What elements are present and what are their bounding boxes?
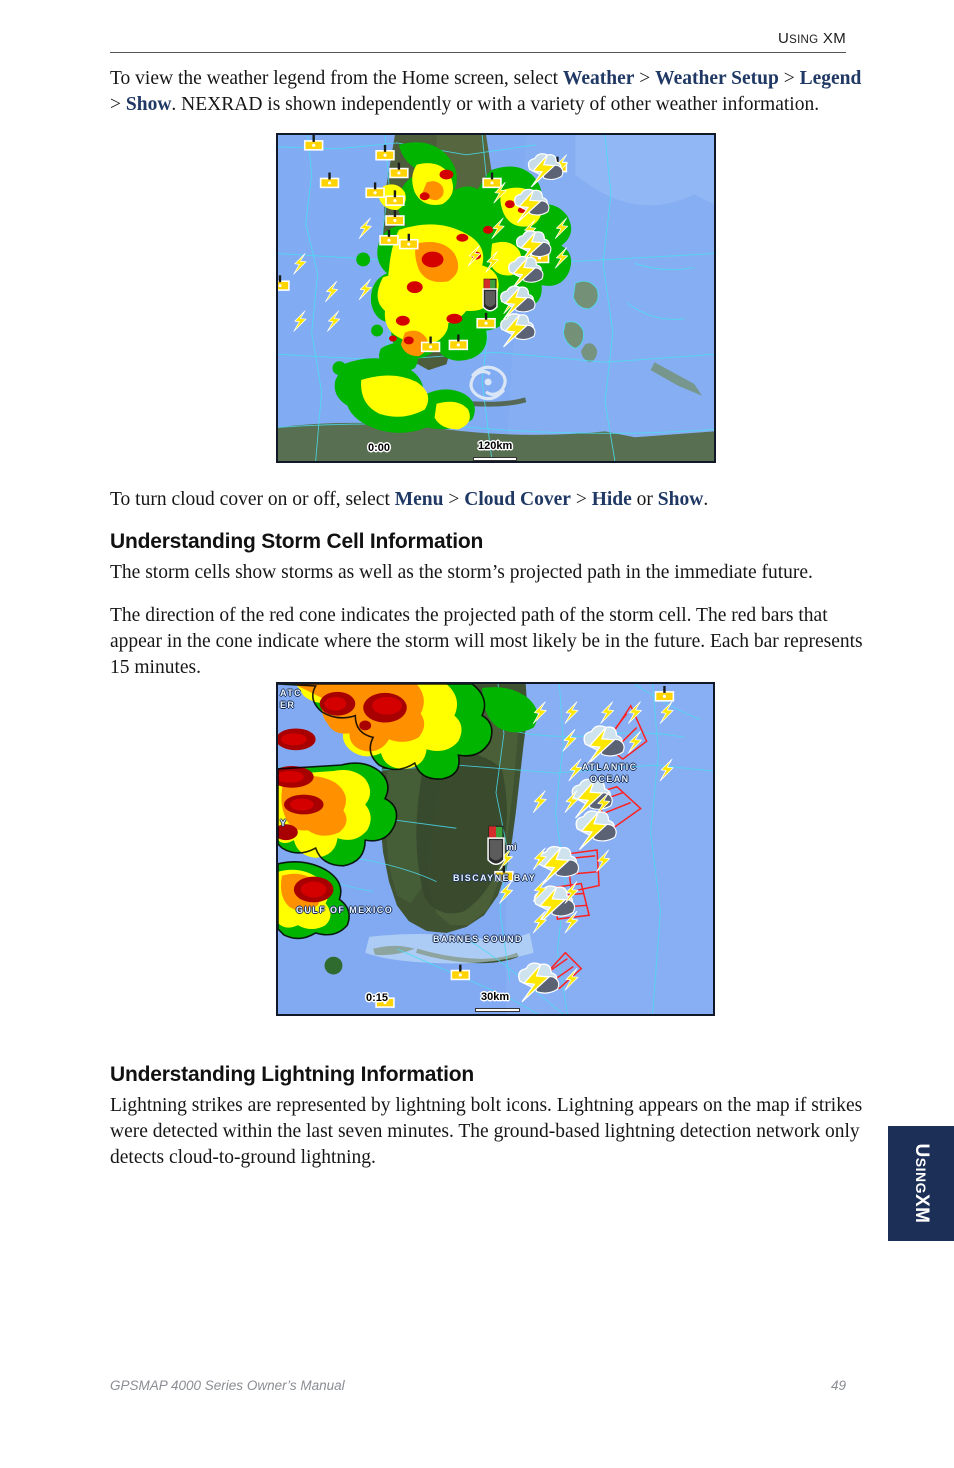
nexrad-osd-scale: 120km [478,440,513,452]
separator-2: > [778,68,800,89]
nexrad-osd-time: 0:00 [368,442,391,454]
storm-cell-osd-time: 0:15 [366,992,389,1004]
paragraph-legend-intro: To view the weather legend from the Home… [110,66,872,118]
storm-cell-osd-scale: 30km [481,991,510,1003]
separator-1: > [634,68,656,89]
header-title-smallcaps: SING [789,34,819,46]
storm-cell-scale-bar [475,1008,520,1012]
ui-term-legend: Legend [799,68,862,89]
legend-intro-text-2: . NEXRAD is shown independently or with … [171,94,820,115]
ui-term-hide: Hide [591,489,632,510]
header-title-lead: U [777,30,790,47]
ui-term-weather: Weather [562,68,635,89]
paragraph-cloud-cover: To turn cloud cover on or off, select Me… [110,487,872,513]
section-tab-using-xm: U SING XM [888,1126,954,1241]
cloud-cover-text-1: To turn cloud cover on or off, select [110,489,395,510]
nexrad-scale-bar [473,457,517,461]
header-title-tail: XM [818,30,846,47]
separator-3: > [110,94,126,115]
legend-intro-text-1: To view the weather legend from the Home… [110,68,563,89]
separator-5: > [570,489,592,510]
section-tab-tail: XM [911,1193,932,1224]
vessel-icon [482,278,498,312]
nexrad-map-graphic [278,135,714,461]
section-tab-label: U SING XM [888,1126,954,1241]
paragraph-lightning-1: Lightning strikes are represented by lig… [110,1095,863,1168]
cloud-cover-text-2: . [703,489,709,510]
vessel-icon-2 [487,825,505,866]
figure-storm-cell-map: ATLANTIC OCEAN BISCAYNE BAY GULF OF MEXI… [276,682,715,1016]
header-title: USING XM [778,30,846,47]
page-header: USING XM [110,30,846,53]
footer-page-number: 49 [830,1378,846,1393]
heading-storm-cell: Understanding Storm Cell Information [110,530,484,553]
storm-cell-map-graphic [278,684,713,1014]
page-footer: GPSMAP 4000 Series Owner’s Manual 49 [110,1378,846,1393]
ui-term-show: Show [125,94,172,115]
ui-term-menu: Menu [394,489,444,510]
paragraph-storm-cell-2: The direction of the red cone indicates … [110,605,863,678]
figure-nexrad-weather-map: 0:00 120km [276,133,716,463]
cloud-cover-conjunction: or [631,489,658,510]
footer-manual-title: GPSMAP 4000 Series Owner’s Manual [110,1378,345,1393]
section-tab-smallcaps: SING [913,1157,929,1194]
ui-term-show-2: Show [657,489,704,510]
ui-term-cloud-cover: Cloud Cover [464,489,571,510]
paragraph-storm-cell-1: The storm cells show storms as well as t… [110,562,813,583]
ui-term-weather-setup: Weather Setup [655,68,779,89]
section-tab-lead: U [911,1143,932,1158]
heading-lightning: Understanding Lightning Information [110,1063,474,1086]
separator-4: > [443,489,465,510]
